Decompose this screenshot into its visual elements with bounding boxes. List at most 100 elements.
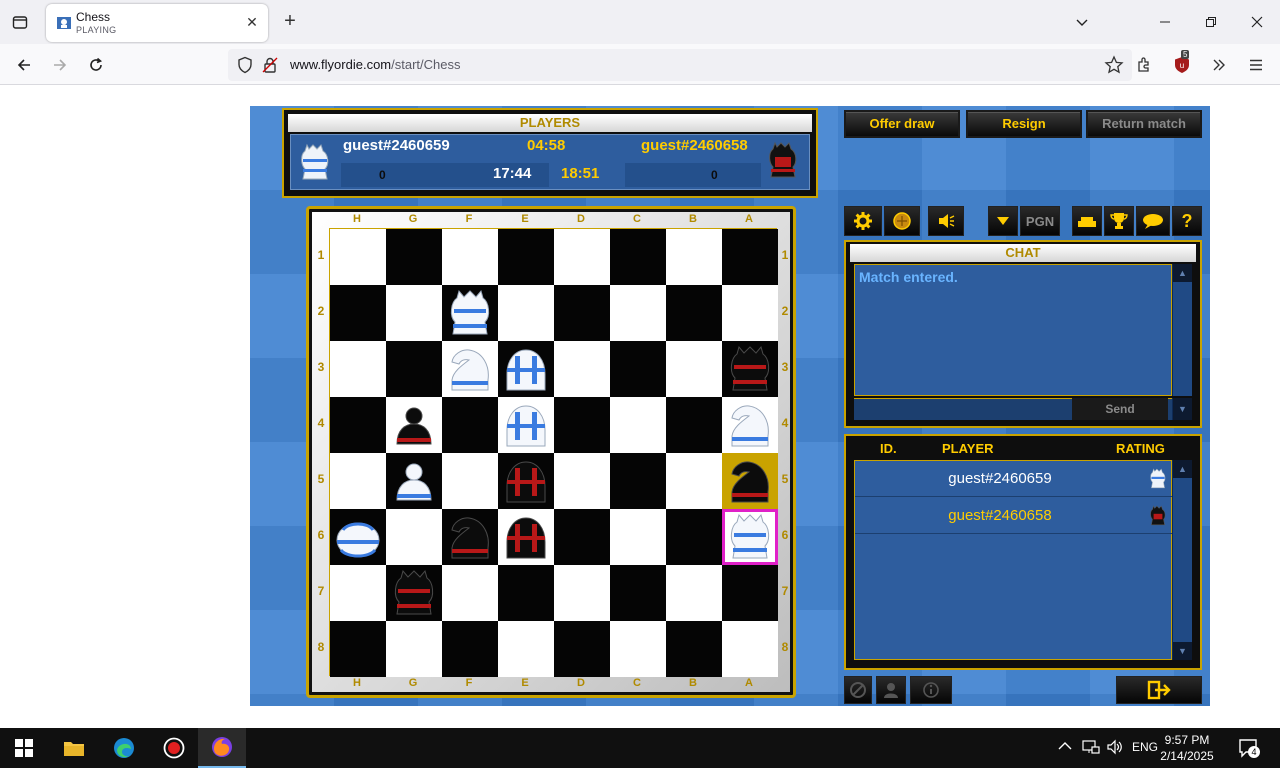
square-d3[interactable] [554, 341, 610, 397]
square-e1[interactable] [498, 229, 554, 285]
new-tab-button[interactable]: + [280, 11, 300, 32]
pgn-button[interactable]: PGN [1020, 206, 1060, 236]
firefox-icon[interactable] [198, 728, 246, 768]
scroll-down-arrow-icon[interactable]: ▼ [1172, 398, 1192, 420]
square-g4[interactable] [386, 397, 442, 453]
square-d5[interactable] [554, 453, 610, 509]
square-c6[interactable] [610, 509, 666, 565]
square-g1[interactable] [386, 229, 442, 285]
windows-start-icon[interactable] [0, 728, 48, 768]
square-e2[interactable] [498, 285, 554, 341]
extensions-icon[interactable] [1131, 52, 1157, 78]
square-d8[interactable] [554, 621, 610, 677]
square-h1[interactable] [330, 229, 386, 285]
chat-scrollbar[interactable]: ▲ [1172, 264, 1192, 396]
player-row[interactable]: guest#2460658 [855, 498, 1173, 534]
exit-game-icon[interactable] [1116, 676, 1202, 704]
tracking-shield-icon[interactable] [236, 56, 254, 74]
white-pawn-piece[interactable] [389, 456, 439, 506]
square-c4[interactable] [610, 397, 666, 453]
black-rook-piece[interactable] [725, 344, 775, 394]
square-a3[interactable] [722, 341, 778, 397]
scroll-up-arrow-icon[interactable]: ▲ [1173, 264, 1192, 282]
square-b8[interactable] [666, 621, 722, 677]
square-h2[interactable] [330, 285, 386, 341]
square-d1[interactable] [554, 229, 610, 285]
black-bishop-piece[interactable] [501, 512, 551, 562]
help-question-icon[interactable]: ? [1172, 206, 1202, 236]
black-knight-piece[interactable] [445, 512, 495, 562]
square-g7[interactable] [386, 565, 442, 621]
white-bishop-piece[interactable] [501, 344, 551, 394]
square-d4[interactable] [554, 397, 610, 453]
board-theme-icon[interactable] [884, 206, 920, 236]
square-h6[interactable] [330, 509, 386, 565]
square-b2[interactable] [666, 285, 722, 341]
square-g3[interactable] [386, 341, 442, 397]
square-d7[interactable] [554, 565, 610, 621]
square-a2[interactable] [722, 285, 778, 341]
square-e3[interactable] [498, 341, 554, 397]
ublock-extension-icon[interactable]: u 5 [1169, 50, 1195, 78]
trophy-icon[interactable] [1104, 206, 1134, 236]
square-b4[interactable] [666, 397, 722, 453]
white-knight-piece[interactable] [445, 344, 495, 394]
square-a8[interactable] [722, 621, 778, 677]
square-b6[interactable] [666, 509, 722, 565]
chess-board[interactable] [329, 228, 778, 677]
edge-browser-icon[interactable] [100, 728, 148, 768]
square-a1[interactable] [722, 229, 778, 285]
black-bishop-piece[interactable] [501, 456, 551, 506]
square-f1[interactable] [442, 229, 498, 285]
square-b1[interactable] [666, 229, 722, 285]
reload-icon[interactable] [83, 52, 109, 78]
black-rook-piece[interactable] [389, 568, 439, 618]
url-bar[interactable]: www.flyordie.com/start/Chess [228, 49, 1132, 81]
restore-button[interactable] [1199, 10, 1223, 34]
close-tab-icon[interactable]: ✕ [244, 14, 260, 30]
square-g2[interactable] [386, 285, 442, 341]
minimize-button[interactable] [1153, 10, 1177, 34]
user-profile-icon[interactable] [876, 676, 906, 704]
square-d6[interactable] [554, 509, 610, 565]
file-explorer-icon[interactable] [50, 728, 98, 768]
square-h3[interactable] [330, 341, 386, 397]
square-e6[interactable] [498, 509, 554, 565]
network-icon[interactable] [1082, 739, 1100, 758]
hamburger-menu-icon[interactable] [1243, 52, 1269, 78]
square-c3[interactable] [610, 341, 666, 397]
info-icon[interactable] [910, 676, 952, 704]
square-h7[interactable] [330, 565, 386, 621]
square-c2[interactable] [610, 285, 666, 341]
tab-list-icon[interactable] [8, 10, 32, 34]
sofa-lobby-icon[interactable] [1072, 206, 1102, 236]
browser-tab[interactable]: Chess PLAYING ✕ [46, 4, 268, 42]
square-e4[interactable] [498, 397, 554, 453]
chat-bubble-icon[interactable] [1136, 206, 1170, 236]
square-g8[interactable] [386, 621, 442, 677]
square-b7[interactable] [666, 565, 722, 621]
player-list-scrollbar[interactable]: ▲ ▼ [1172, 460, 1192, 660]
square-h5[interactable] [330, 453, 386, 509]
square-f7[interactable] [442, 565, 498, 621]
square-a6[interactable] [722, 509, 778, 565]
white-knight-piece[interactable] [725, 400, 775, 450]
square-f5[interactable] [442, 453, 498, 509]
square-h8[interactable] [330, 621, 386, 677]
send-button[interactable]: Send [1072, 398, 1168, 420]
black-pawn-piece[interactable] [389, 400, 439, 450]
dropdown-triangle-icon[interactable] [988, 206, 1018, 236]
return-match-button[interactable]: Return match [1086, 110, 1202, 138]
block-icon[interactable] [844, 676, 872, 704]
bookmark-star-icon[interactable] [1104, 55, 1124, 75]
square-h4[interactable] [330, 397, 386, 453]
screen-recorder-icon[interactable] [150, 728, 198, 768]
square-d2[interactable] [554, 285, 610, 341]
square-a4[interactable] [722, 397, 778, 453]
close-window-button[interactable] [1245, 10, 1269, 34]
list-all-tabs-chevron-icon[interactable] [1070, 10, 1094, 34]
square-f6[interactable] [442, 509, 498, 565]
back-arrow-icon[interactable] [11, 52, 37, 78]
square-g6[interactable] [386, 509, 442, 565]
square-e5[interactable] [498, 453, 554, 509]
